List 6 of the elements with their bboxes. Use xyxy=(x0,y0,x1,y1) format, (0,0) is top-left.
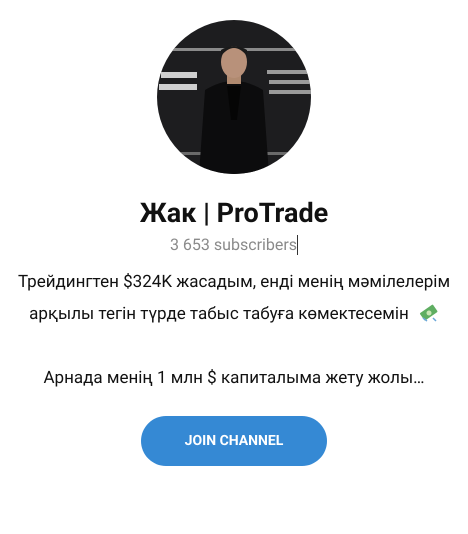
channel-title: Жак | ProTrade xyxy=(140,196,328,230)
channel-description: Арнада менің 1 млн $ капиталыма жету жолы… xyxy=(43,367,425,390)
subscriber-count: 3 653 subscribers xyxy=(170,234,298,256)
channel-description: Трейдингтен $324K жасадым, енді менің мәмілелерім арқылы тегін түрде табыс табуға көмектесемін xyxy=(16,271,452,326)
join-channel-button[interactable]: JOIN CHANNEL xyxy=(141,416,327,466)
text-cursor xyxy=(297,235,298,255)
